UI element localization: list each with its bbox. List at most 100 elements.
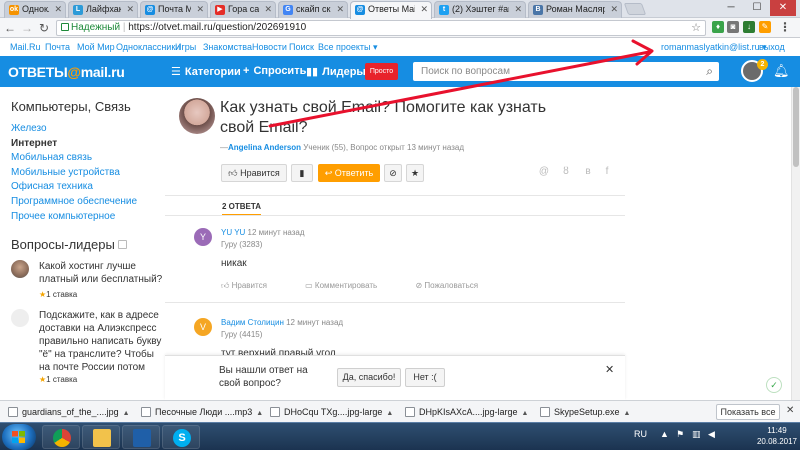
leader-question-text[interactable]: Какой хостинг лучше платный или бесплатн… xyxy=(39,260,163,286)
taskbar-chrome[interactable] xyxy=(42,425,80,449)
download-item[interactable]: guardians_of_the_....jpg ▲ xyxy=(8,404,130,420)
close-tab-icon[interactable]: ✕ xyxy=(54,4,62,15)
download-item[interactable]: SkypeSetup.exe ▲ xyxy=(540,404,630,420)
logout-link[interactable]: выход xyxy=(759,42,785,52)
tray-arrow-icon[interactable]: ▲ xyxy=(660,429,669,439)
portal-link[interactable]: Знакомства xyxy=(203,42,252,52)
taskbar-skype[interactable]: S xyxy=(162,425,200,449)
user-email-link[interactable]: romanmaslyatkin@list.ru ▾ xyxy=(661,42,767,53)
back-icon[interactable]: ← xyxy=(2,20,18,36)
extension-wrench-icon[interactable]: ✎ xyxy=(759,21,771,33)
sidebar-category-link[interactable]: Железо xyxy=(11,123,47,134)
nav-categories[interactable]: ☰ Категории xyxy=(171,65,241,78)
sidebar-category-link[interactable]: Офисная техника xyxy=(11,181,93,192)
new-tab-button[interactable] xyxy=(623,3,647,15)
browser-tab[interactable]: okОдноклассни ✕ xyxy=(4,1,66,18)
search-icon[interactable]: ⌕ xyxy=(706,62,713,81)
sidebar-category-link[interactable]: Мобильные устройства xyxy=(11,167,120,178)
volume-icon[interactable]: ◀ xyxy=(708,429,715,440)
close-tab-icon[interactable]: ✕ xyxy=(514,4,522,15)
flag-tray-icon[interactable]: ⚑ xyxy=(676,429,684,440)
answer-avatar[interactable]: V xyxy=(194,318,212,336)
browser-tab[interactable]: t(2) Хэштег #акц ✕ xyxy=(434,1,526,18)
answer-author[interactable]: Вадим Столицин 12 минут назад xyxy=(221,318,343,327)
taskbar-explorer[interactable] xyxy=(82,425,120,449)
portal-link[interactable]: Почта xyxy=(45,42,70,52)
block-button[interactable]: ⊘ xyxy=(384,164,402,182)
feedback-no-button[interactable]: Нет :( xyxy=(405,368,445,387)
star-button[interactable]: ★ xyxy=(406,164,424,182)
browser-tab[interactable]: ▶Гора самоцвет ✕ xyxy=(210,1,276,18)
portal-link[interactable]: Mail.Ru xyxy=(10,42,41,52)
forward-icon[interactable]: → xyxy=(19,20,35,36)
address-bar[interactable]: Надежный | https://otvet.mail.ru/questio… xyxy=(56,20,706,36)
close-window-button[interactable]: ✕ xyxy=(770,0,796,16)
extension-green-icon[interactable]: ♦ xyxy=(712,21,724,33)
portal-link[interactable]: Одноклассники xyxy=(116,42,180,52)
answer-like-action[interactable]: 👍︎ Нравится xyxy=(221,281,285,290)
prosto-button[interactable]: Просто xyxy=(365,63,398,80)
sidebar-category-link[interactable]: Интернет xyxy=(11,138,57,149)
show-all-downloads-button[interactable]: Показать все xyxy=(716,404,780,420)
network-icon[interactable]: ▥ xyxy=(692,429,701,440)
vk-share-icon[interactable]: в xyxy=(582,166,594,178)
question-author[interactable]: Angelina Anderson xyxy=(228,143,301,152)
maximize-button[interactable]: ☐ xyxy=(744,0,770,16)
portal-link[interactable]: Поиск xyxy=(289,42,314,52)
answer-report-action[interactable]: ⊘ Пожаловаться xyxy=(415,281,496,290)
answer-author-name[interactable]: Вадим Столицин xyxy=(221,318,284,327)
download-item[interactable]: DHpKIsAXcA....jpg-large ▲ xyxy=(405,404,528,420)
download-item[interactable]: DHoCqu TXg....jpg-large ▲ xyxy=(270,404,393,420)
chevron-up-icon[interactable]: ▲ xyxy=(624,410,631,417)
sidebar-category-link[interactable]: Прочее компьютерное xyxy=(11,211,115,222)
extension-camera-icon[interactable]: ◙ xyxy=(727,21,739,33)
minimize-button[interactable]: ─ xyxy=(718,0,744,16)
bookmark-button[interactable]: ▮ xyxy=(291,164,313,182)
mail-share-icon[interactable]: @ xyxy=(538,166,550,178)
info-icon[interactable] xyxy=(118,240,128,249)
close-icon[interactable]: ✕ xyxy=(605,363,614,376)
nav-leaders[interactable]: ▮▮ Лидеры xyxy=(306,65,366,78)
browser-tab[interactable]: @Почта Mail.Ru ✕ xyxy=(140,1,208,18)
portal-link[interactable]: Игры xyxy=(175,42,196,52)
start-button[interactable] xyxy=(2,424,36,450)
portal-link[interactable]: Все проекты ▾ xyxy=(318,42,378,53)
leader-question-text[interactable]: Подскажите, как в адресе доставки на Али… xyxy=(39,309,163,374)
feedback-yes-button[interactable]: Да, спасибо! xyxy=(337,368,401,387)
browser-tab[interactable]: L Лайфхак ✕ xyxy=(68,1,138,18)
answer-author-name[interactable]: YU YU xyxy=(221,228,245,237)
site-logo[interactable]: ОТВЕТЫ@mail.ru xyxy=(8,64,125,80)
nav-ask[interactable]: + Спросить xyxy=(243,65,306,77)
like-button[interactable]: 👍︎ Нравится xyxy=(221,164,287,182)
answer-button[interactable]: ↩ Ответить xyxy=(318,164,380,182)
portal-link[interactable]: Новости xyxy=(252,42,287,52)
search-input[interactable]: Поиск по вопросам ⌕ xyxy=(413,62,719,81)
close-tab-icon[interactable]: ✕ xyxy=(336,4,344,15)
close-tab-icon[interactable]: ✕ xyxy=(420,4,428,15)
answer-avatar[interactable]: Y xyxy=(194,228,212,246)
sidebar-category-link[interactable]: Программное обеспечение xyxy=(11,196,137,207)
chevron-up-icon[interactable]: ▲ xyxy=(522,410,529,417)
asker-avatar[interactable] xyxy=(179,98,215,134)
chevron-up-icon[interactable]: ▲ xyxy=(123,410,130,417)
reload-icon[interactable]: ↻ xyxy=(36,20,52,36)
chevron-up-icon[interactable]: ▲ xyxy=(386,410,393,417)
close-tab-icon[interactable]: ✕ xyxy=(264,4,272,15)
browser-tab[interactable]: @Ответы Mail.Ru ✕ xyxy=(350,1,432,19)
close-tab-icon[interactable]: ✕ xyxy=(196,4,204,15)
system-clock[interactable]: 11:49 20.08.2017 xyxy=(755,425,799,447)
browser-tab[interactable]: Gскайп скачать ✕ xyxy=(278,1,348,18)
answer-author[interactable]: YU YU 12 минут назад xyxy=(221,228,305,237)
menu-icon[interactable]: ⋮ xyxy=(779,21,791,33)
page-scrollbar[interactable] xyxy=(791,87,800,400)
answer-comment-action[interactable]: ▭ Комментировать xyxy=(305,281,395,290)
bookmark-star-icon[interactable]: ☆ xyxy=(691,21,701,35)
download-item[interactable]: Песочные Люди ....mp3 ▲ xyxy=(141,404,263,420)
ok-share-icon[interactable]: ȣ xyxy=(560,166,572,178)
facebook-share-icon[interactable]: f xyxy=(601,166,613,178)
close-downloads-icon[interactable]: ✕ xyxy=(786,405,794,416)
bell-icon[interactable]: 🔔︎ xyxy=(773,63,790,79)
scrollbar-thumb[interactable] xyxy=(793,87,799,167)
shield-icon[interactable]: ✓ xyxy=(766,377,782,393)
browser-tab[interactable]: B Роман Масляр ✕ xyxy=(528,1,622,18)
